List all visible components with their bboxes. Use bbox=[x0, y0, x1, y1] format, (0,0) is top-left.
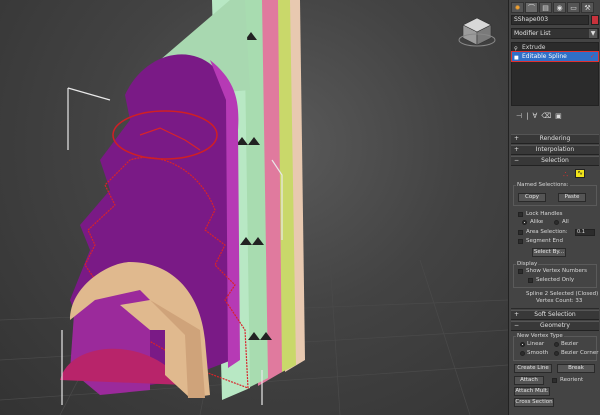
rollout-soft-selection[interactable]: + Soft Selection bbox=[511, 310, 599, 320]
command-panel: ✹ ⌒ ▤ ◉ ▭ ⚒ SShape003 Modifier List ▼ ♀ … bbox=[508, 0, 600, 415]
modify-icon[interactable]: ⌒ bbox=[525, 2, 538, 13]
hierarchy-icon[interactable]: ▤ bbox=[539, 2, 552, 13]
copy-button[interactable]: Copy bbox=[518, 193, 546, 202]
stack-toolbar: ⊣ | ∀ ⌫ ▣ bbox=[511, 110, 599, 121]
attach-mult-button[interactable]: Attach Mult. bbox=[514, 387, 550, 396]
area-selection-spinner[interactable]: 0.1 bbox=[575, 229, 595, 236]
break-button[interactable]: Break bbox=[557, 364, 595, 373]
vertex-count: Vertex Count: 33 bbox=[536, 298, 583, 304]
rollout-interpolation[interactable]: + Interpolation bbox=[511, 145, 599, 155]
make-unique-icon[interactable]: ∀ bbox=[532, 112, 537, 120]
attach-button[interactable]: Attach bbox=[514, 376, 544, 385]
segment-icon[interactable]: ∿ bbox=[575, 169, 585, 178]
all-radio[interactable] bbox=[554, 220, 559, 225]
utilities-icon[interactable]: ⚒ bbox=[581, 2, 594, 13]
linear-radio[interactable] bbox=[520, 342, 525, 347]
stack-item-editable-spline[interactable]: ■ Editable Spline ✓ bbox=[511, 51, 599, 63]
smooth-radio[interactable] bbox=[520, 351, 525, 356]
chevron-down-icon: ▼ bbox=[589, 29, 597, 38]
viewport-scene bbox=[0, 0, 508, 415]
segment-end-checkbox[interactable] bbox=[518, 239, 523, 244]
sun-icon[interactable]: ✹ bbox=[511, 2, 524, 13]
cross-section-button[interactable]: Cross Section bbox=[514, 398, 554, 407]
paste-button[interactable]: Paste bbox=[558, 193, 586, 202]
bezier-radio[interactable] bbox=[554, 342, 559, 347]
reorient-checkbox[interactable] bbox=[552, 378, 557, 383]
create-line-button[interactable]: Create Line bbox=[514, 364, 552, 373]
motion-icon[interactable]: ◉ bbox=[553, 2, 566, 13]
panel-tabs: ✹ ⌒ ▤ ◉ ▭ ⚒ bbox=[511, 2, 599, 13]
selection-status: Spline 2 Selected (Closed) bbox=[526, 291, 599, 297]
area-selection-checkbox[interactable] bbox=[518, 230, 523, 235]
select-by-button[interactable]: Select By... bbox=[532, 248, 566, 257]
new-vertex-type-group bbox=[513, 336, 597, 361]
show-vertex-numbers-checkbox[interactable] bbox=[518, 269, 523, 274]
remove-modifier-icon[interactable]: ⌫ bbox=[541, 112, 551, 120]
modifier-list-dropdown[interactable]: Modifier List ▼ bbox=[511, 28, 599, 39]
show-end-result-icon[interactable]: | bbox=[526, 112, 528, 120]
configure-icon[interactable]: ▣ bbox=[555, 112, 562, 120]
rollout-rendering[interactable]: + Rendering bbox=[511, 134, 599, 144]
pin-icon[interactable]: ⊣ bbox=[516, 112, 522, 120]
vertex-icon[interactable]: ∴ bbox=[563, 170, 568, 179]
stack-item-extrude[interactable]: ♀ Extrude bbox=[512, 43, 598, 52]
rollout-selection[interactable]: − Selection bbox=[511, 156, 599, 166]
display-icon[interactable]: ▭ bbox=[567, 2, 580, 13]
lock-handles-checkbox[interactable] bbox=[518, 212, 523, 217]
object-color-swatch[interactable] bbox=[591, 15, 599, 25]
viewport-perspective[interactable] bbox=[0, 0, 508, 415]
object-name-field[interactable]: SShape003 bbox=[511, 15, 589, 25]
viewcube-icon[interactable] bbox=[458, 17, 496, 47]
modifier-list-label: Modifier List bbox=[514, 30, 551, 37]
alike-radio[interactable] bbox=[522, 220, 527, 225]
modifier-stack: ♀ Extrude ■ Editable Spline ✓ bbox=[511, 42, 599, 106]
bezier-corner-radio[interactable] bbox=[554, 351, 559, 356]
expand-icon[interactable]: ■ bbox=[514, 54, 519, 63]
rollout-geometry[interactable]: − Geometry bbox=[511, 321, 599, 331]
selected-only-checkbox[interactable] bbox=[528, 278, 533, 283]
checkmark-icon: ✓ bbox=[589, 53, 595, 60]
